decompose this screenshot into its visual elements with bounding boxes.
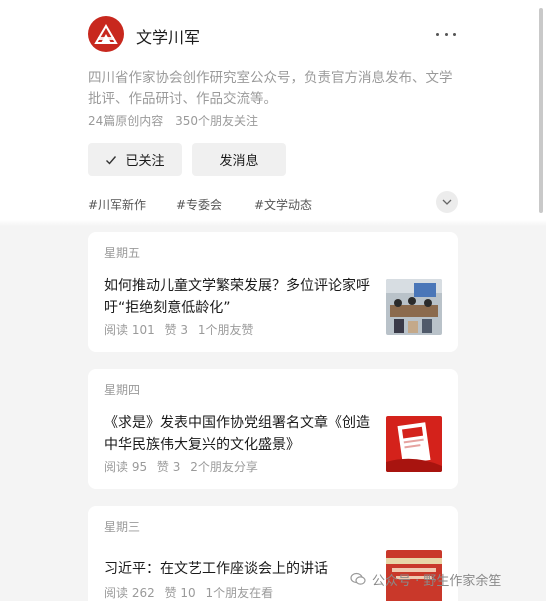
friend-activity: 1个朋友在看 [205, 586, 274, 600]
tag-committee[interactable]: #专委会 [176, 196, 222, 213]
topic-tags: #川军新作 #专委会 #文学动态 [88, 191, 460, 213]
watermark-text: 公众号 · 野生作家余笙 [372, 573, 502, 589]
article-card[interactable]: 星期四 《求是》发表中国作协党组署名文章《创造中华民族伟大复兴的文化盛景》 阅读… [88, 369, 458, 489]
followed-button-label: 已关注 [125, 154, 165, 169]
account-description: 四川省作家协会创作研究室公众号，负责官方消息发布、文学批评、作品研讨、作品交流等… [88, 70, 453, 107]
article-thumbnail[interactable] [386, 279, 442, 335]
account-header: 文学川军 [88, 16, 460, 52]
friend-activity: 2个朋友分享 [190, 460, 258, 474]
friend-activity: 1个朋友赞 [197, 323, 254, 337]
article-meta: 阅读 101 赞 3 1个朋友赞 [104, 321, 253, 338]
expand-tags-icon[interactable] [436, 191, 458, 213]
article-title[interactable]: 习近平：在文艺工作座谈会上的讲话 [104, 558, 372, 580]
red-banner-thumbnail [386, 416, 442, 472]
watermark: 公众号 · 野生作家余笙 [350, 568, 501, 590]
send-message-button[interactable]: 发消息 [192, 143, 286, 176]
article-meta: 阅读 262 赞 10 1个朋友在看 [104, 584, 273, 601]
followed-button[interactable]: 已关注 [88, 143, 182, 176]
meeting-photo-thumbnail [386, 279, 442, 335]
avatar[interactable] [88, 16, 124, 52]
article-day: 星期三 [104, 520, 141, 534]
article-title[interactable]: 如何推动儿童文学繁荣发展？多位评论家呼吁“拒绝刻意低龄化” [104, 275, 372, 319]
account-profile-page: 文学川军 四川省作家协会创作研究室公众号，负责官方消息发布、文学批评、作品研讨、… [0, 0, 546, 601]
read-count: 阅读 101 [104, 323, 155, 337]
send-message-label: 发消息 [219, 154, 259, 169]
more-options-icon[interactable] [436, 24, 456, 44]
like-count: 赞 3 [164, 323, 189, 337]
avatar-logo-icon [94, 24, 118, 44]
account-stats: 24篇原创内容 350个朋友关注 [88, 112, 258, 129]
like-count: 赞 3 [156, 460, 181, 474]
article-title[interactable]: 《求是》发表中国作协党组署名文章《创造中华民族伟大复兴的文化盛景》 [104, 412, 372, 456]
article-day: 星期四 [104, 383, 141, 397]
read-count: 阅读 95 [104, 460, 148, 474]
article-thumbnail[interactable] [386, 416, 442, 472]
article-meta: 阅读 95 赞 3 2个朋友分享 [104, 458, 258, 475]
article-day: 星期五 [104, 246, 141, 260]
read-count: 阅读 262 [104, 586, 155, 600]
account-name: 文学川军 [136, 28, 201, 47]
like-count: 赞 10 [164, 586, 196, 600]
article-card[interactable]: 星期五 如何推动儿童文学繁荣发展？多位评论家呼吁“拒绝刻意低龄化” 阅读 101… [88, 232, 458, 352]
wechat-icon [350, 572, 366, 585]
tag-chuanjun-new[interactable]: #川军新作 [88, 196, 146, 213]
followers-count: 350个朋友关注 [175, 114, 259, 128]
check-icon [106, 155, 117, 165]
original-count: 24篇原创内容 [88, 114, 164, 128]
chevron-down-icon [442, 199, 452, 205]
scrollbar[interactable] [539, 8, 543, 213]
tag-literary-news[interactable]: #文学动态 [254, 196, 312, 213]
